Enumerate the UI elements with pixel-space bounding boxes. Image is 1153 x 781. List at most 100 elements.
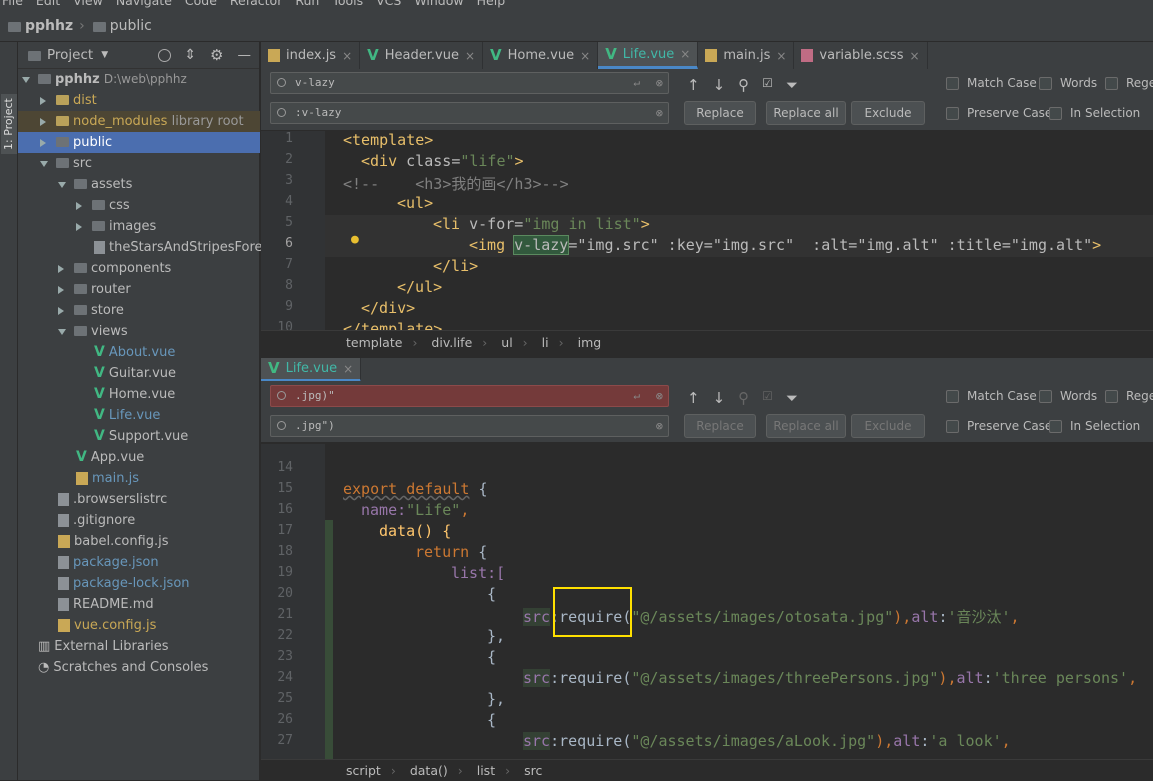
tree-item-home-vue[interactable]: V Home.vue [18,384,260,405]
crumb-item[interactable]: div.life [431,335,472,350]
chevron-right-icon[interactable] [40,96,46,105]
replace-input[interactable]: .jpg") ⊗ [270,415,669,437]
chevron-down-icon[interactable] [22,76,30,83]
tab-life-vue[interactable]: V Life.vue × [598,42,699,69]
words-checkbox[interactable]: Words [1039,76,1097,90]
menu-edit[interactable]: Edit [36,0,60,10]
menu-run[interactable]: Run [295,0,319,10]
menu-code[interactable]: Code [185,0,217,10]
menu-tools[interactable]: Tools [332,0,363,10]
tree-item-guitar-vue[interactable]: V Guitar.vue [18,363,260,384]
find-all-icon[interactable]: ⚲ [738,389,749,407]
tab-variable-scss[interactable]: variable.scss × [794,42,928,69]
arrow-down-icon[interactable]: ↓ [713,389,726,407]
project-tool-window-button[interactable]: 1: Project [1,94,17,154]
close-icon[interactable]: ⊗ [656,416,663,436]
chevron-down-icon[interactable] [40,160,48,167]
breadcrumb-project[interactable]: pphhz [25,18,73,34]
tree-item-images[interactable]: images [18,216,260,237]
tree-item-external-libraries[interactable]: ▥ External Libraries [18,636,260,657]
chevron-right-icon[interactable] [58,264,64,273]
filter-icon[interactable]: ⏷ [786,389,798,407]
chevron-down-icon[interactable]: ▼ [101,50,108,60]
tree-item-gitignore[interactable]: .gitignore [18,510,260,531]
tab-main-js[interactable]: main.js × [698,42,795,69]
newline-icon[interactable]: ↵ [633,73,640,93]
code-editor-top[interactable]: 1 2 3 4 5 6 7 8 9 10 ● <template> <div c… [261,131,1153,330]
menu-vcs[interactable]: VCS [376,0,401,10]
tree-item-readme[interactable]: README.md [18,594,260,615]
match-case-checkbox[interactable]: Match Case [946,76,1037,90]
tree-item-assets[interactable]: assets [18,174,260,195]
newline-icon[interactable]: ↵ [633,386,640,406]
tree-item-main-js[interactable]: main.js [18,468,260,489]
in-selection-checkbox[interactable]: In Selection [1049,106,1140,120]
select-all-occurrences-icon[interactable]: ☑ [762,76,773,94]
tab-home-vue[interactable]: V Home.vue × [483,42,599,69]
words-checkbox[interactable]: Words [1039,389,1097,403]
crumb-item[interactable]: src [524,763,542,778]
find-all-icon[interactable]: ⚲ [738,76,749,94]
close-icon[interactable]: × [776,49,786,63]
select-all-occurrences-icon[interactable]: ☑ [762,389,773,407]
crumb-item[interactable]: ul [501,335,512,350]
close-icon[interactable]: × [342,49,352,63]
exclude-button[interactable]: Exclude [851,101,925,125]
close-icon[interactable]: × [909,49,919,63]
close-icon[interactable]: ⊗ [656,73,663,93]
replace-input[interactable]: :v-lazy ⊗ [270,102,669,124]
crumb-item[interactable]: template [346,335,402,350]
tab-index-js[interactable]: index.js × [261,42,361,69]
bulb-icon[interactable]: ● [351,232,359,247]
filter-icon[interactable]: ⏷ [786,76,798,94]
chevron-right-icon[interactable] [76,201,82,210]
tree-item-about-vue[interactable]: V About.vue [18,342,260,363]
crumb-item[interactable]: list [477,763,495,778]
tree-item-public[interactable]: public [18,132,260,153]
tree-item-router[interactable]: router [18,279,260,300]
search-input[interactable]: .jpg)" ↵ ⊗ [270,385,669,407]
regex-checkbox[interactable]: Regex [1105,76,1153,90]
chevron-right-icon[interactable] [58,306,64,315]
menu-refactor[interactable]: Refactor [230,0,282,10]
chevron-down-icon[interactable] [58,181,66,188]
gear-icon[interactable]: ⚙ [210,46,223,64]
tree-item-scratches[interactable]: ◔ Scratches and Consoles [18,657,260,678]
close-icon[interactable]: × [465,49,475,63]
replace-all-button[interactable]: Replace all [766,414,846,438]
search-input[interactable]: v-lazy ↵ ⊗ [270,72,669,94]
menu-file[interactable]: File [2,0,23,10]
match-case-checkbox[interactable]: Match Case [946,389,1037,403]
crumb-item[interactable]: data() [410,763,448,778]
replace-button[interactable]: Replace [684,414,756,438]
tree-item-views[interactable]: views [18,321,260,342]
chevron-right-icon[interactable] [58,285,64,294]
chevron-right-icon[interactable] [40,138,46,147]
menu-view[interactable]: View [73,0,103,10]
close-icon[interactable]: × [580,49,590,63]
close-icon[interactable]: ⊗ [656,103,663,123]
replace-all-button[interactable]: Replace all [766,101,846,125]
preserve-case-checkbox[interactable]: Preserve Case [946,419,1052,433]
arrow-down-icon[interactable]: ↓ [713,76,726,94]
tree-item-components[interactable]: components [18,258,260,279]
replace-button[interactable]: Replace [684,101,756,125]
tree-item-store[interactable]: store [18,300,260,321]
crumb-item[interactable]: img [578,335,602,350]
arrow-up-icon[interactable]: ↑ [687,389,700,407]
menu-navigate[interactable]: Navigate [116,0,172,10]
code-editor-bottom[interactable]: 14 15 16 17 18 19 20 21 22 23 24 25 26 2… [261,444,1153,759]
close-icon[interactable]: × [343,362,353,376]
tree-item-dist[interactable]: dist [18,90,260,111]
tab-header-vue[interactable]: V Header.vue × [360,42,484,69]
tree-item-babel-config[interactable]: babel.config.js [18,531,260,552]
hide-icon[interactable]: — [238,47,252,63]
close-icon[interactable]: × [680,47,690,61]
tree-item-file[interactable]: theStarsAndStripesForeve [18,237,278,258]
tree-item-vue-config[interactable]: vue.config.js [18,615,260,636]
tab-life-vue-split[interactable]: V Life.vue × [261,358,362,382]
tree-item-support-vue[interactable]: V Support.vue [18,426,260,447]
tree-item-browserslistrc[interactable]: .browserslistrc [18,489,260,510]
crumb-item[interactable]: li [542,335,549,350]
chevron-right-icon[interactable] [40,117,46,126]
